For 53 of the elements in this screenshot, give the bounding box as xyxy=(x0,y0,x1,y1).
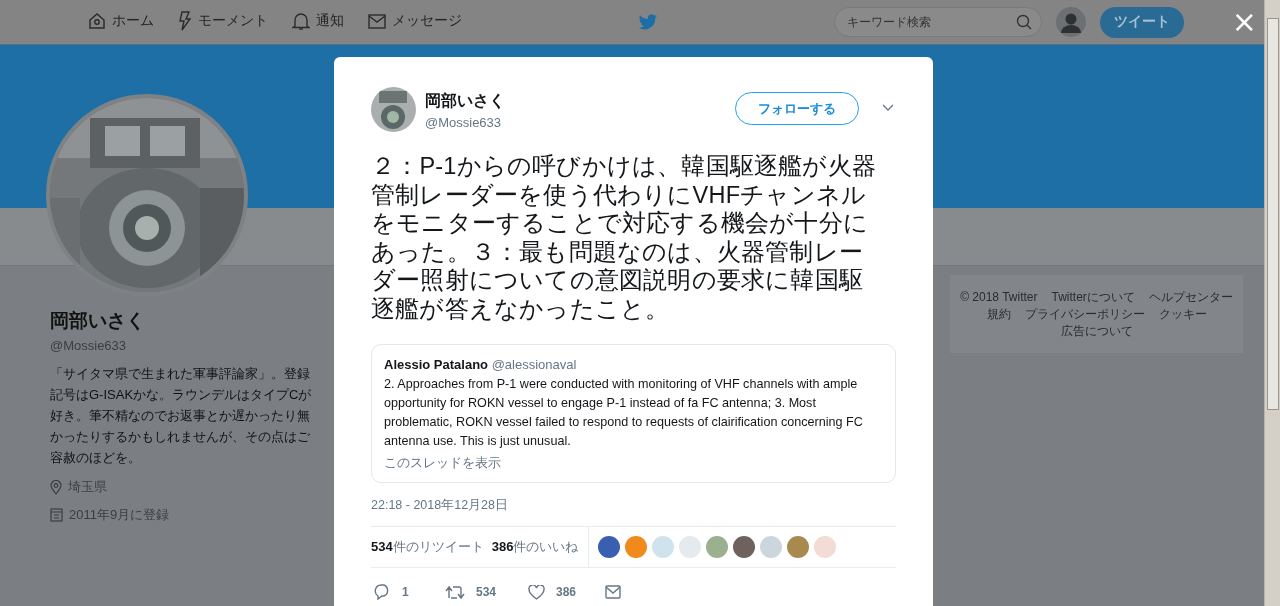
tweet-text: ２：P-1からの呼びかけは、韓国駆逐艦が火器管制レーダーを使う代わりにVHFチャンネルをモニターすることで対応する機会が十分にあった。３：最も問題なのは、火器管制レーダー照射についての意図説明の要求に韓国駆逐艦が答えなかったこと。 xyxy=(371,152,877,323)
profile-name: 岡部いさく xyxy=(50,309,146,333)
location-text: 埼玉県 xyxy=(68,478,107,496)
tweet-timestamp: 22:18 - 2018年12月28日 xyxy=(371,498,508,512)
liker-avatar[interactable] xyxy=(625,536,648,558)
quoted-tweet-card[interactable] xyxy=(371,344,896,483)
calendar-icon xyxy=(50,508,63,522)
nav-tab[interactable]: ホーム xyxy=(88,7,154,37)
location-pin-icon xyxy=(50,479,62,495)
footer-link[interactable]: ヘルプセンター xyxy=(1148,289,1233,305)
reply-icon[interactable] xyxy=(374,584,391,600)
nav-tab[interactable]: メッセージ xyxy=(368,7,462,37)
action-count: 1 xyxy=(402,585,409,599)
home-icon xyxy=(88,12,106,30)
footer-link[interactable]: Twitterについて xyxy=(1051,289,1135,305)
nav-tab[interactable]: 通知 xyxy=(292,7,344,37)
bell-icon xyxy=(292,11,310,31)
envelope-icon xyxy=(368,13,386,29)
chevron-down-icon[interactable] xyxy=(882,104,894,111)
quoted-author: Alessio Patalano xyxy=(384,357,489,372)
liker-avatar[interactable] xyxy=(598,536,621,558)
heart-icon[interactable] xyxy=(528,584,545,600)
retweet-icon[interactable] xyxy=(445,584,465,600)
profile-handle: @Mossie633 xyxy=(50,338,128,353)
tweet-handle: @Mossie633 xyxy=(425,115,503,130)
footer-link[interactable]: 広告について xyxy=(1060,323,1133,339)
join-date: 2011年9月に登録 xyxy=(69,506,170,524)
envelope-icon[interactable] xyxy=(605,585,621,599)
scrollbar[interactable] xyxy=(1264,0,1280,606)
footer-link[interactable]: 規約 xyxy=(986,306,1011,322)
quoted-tweet-text: 2. Approaches from P-1 were conducted with monitoring of VHF channels with ample opportunity for ROKN vessel to engage P-1 instead of fa FC antenna; 3. Most problematic, ROKN vessel failed to respond to requests of clairification concerning FC antenna use. This is just unusual. xyxy=(384,376,864,450)
tweet-button[interactable]: ツイート xyxy=(1099,6,1184,38)
footer-link[interactable]: プライバシーポリシー xyxy=(1024,306,1145,322)
liker-avatar[interactable] xyxy=(733,536,756,558)
lightning-icon xyxy=(178,11,192,31)
show-thread-link[interactable]: このスレッドを表示 xyxy=(384,454,883,472)
footer-link[interactable]: クッキー xyxy=(1158,306,1207,322)
action-count: 534 xyxy=(476,585,497,599)
tweet-author: 岡部いさく xyxy=(425,91,505,111)
follow-button[interactable]: フォローする xyxy=(735,92,859,125)
profile-bio: 「サイタマ県で生まれた軍事評論家」。登録記号はG-ISAKかな。ラウンデルはタイプCが好き。筆不精なのでお返事とか遅かったり無かったりするかもしれませんが、その点はご容赦のほどを。 xyxy=(50,365,313,467)
footer-link[interactable]: © 2018 Twitter xyxy=(960,289,1038,305)
search-icon xyxy=(1015,14,1032,30)
close-button[interactable]: × xyxy=(1231,7,1257,37)
liker-avatar[interactable] xyxy=(787,536,810,558)
stat-link[interactable]: 534件のリツイート xyxy=(371,538,484,556)
search-field[interactable]: キーワード検索 xyxy=(833,7,1042,37)
author-avatar[interactable] xyxy=(371,87,416,132)
user-avatar-icon[interactable] xyxy=(1055,7,1086,37)
stat-link[interactable]: 386件のいいね xyxy=(491,538,579,556)
nav-tab[interactable]: モーメント xyxy=(178,7,268,37)
action-count: 386 xyxy=(556,585,577,599)
quoted-handle: @alessionaval xyxy=(491,357,577,372)
